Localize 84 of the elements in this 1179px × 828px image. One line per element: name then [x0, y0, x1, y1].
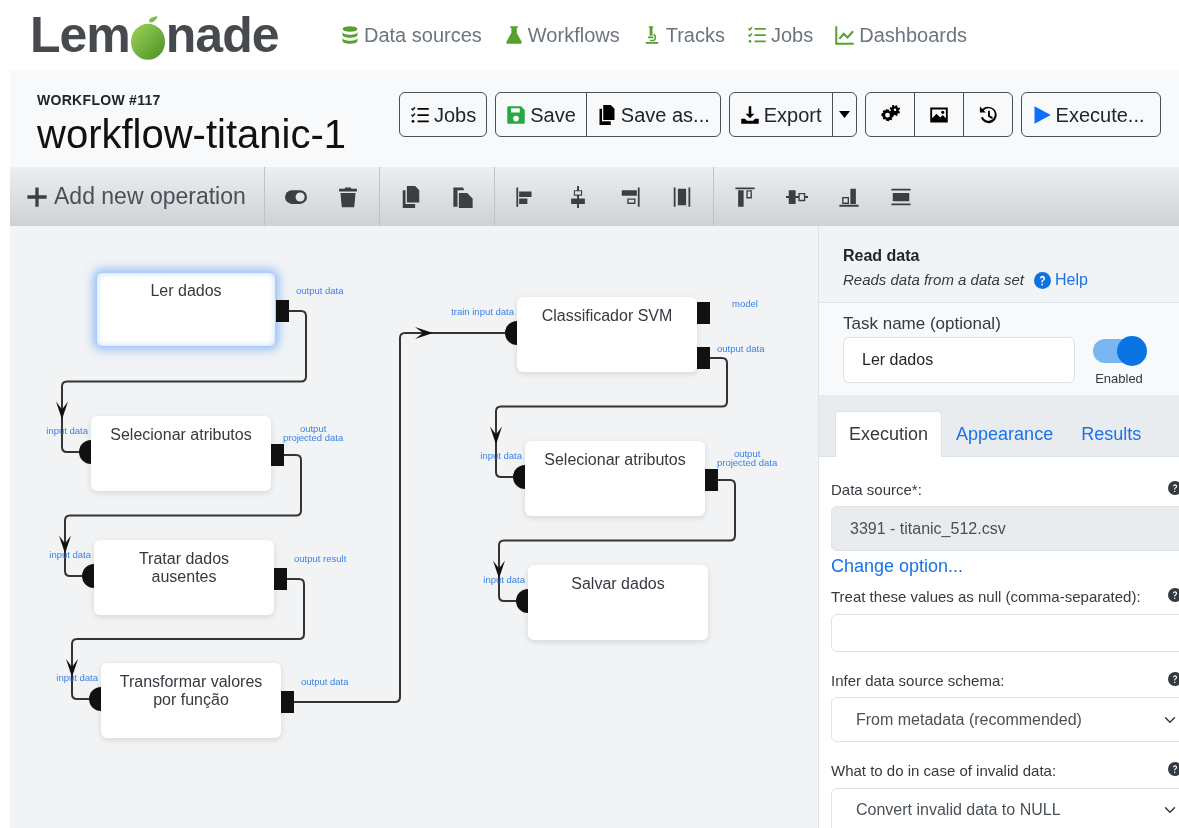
- field-label: Infer data source schema:: [831, 670, 1005, 691]
- input-port[interactable]: [82, 564, 94, 588]
- trash-icon[interactable]: [336, 185, 359, 208]
- port-label: train input data: [451, 307, 514, 316]
- port-label: output projected data: [283, 424, 344, 443]
- field-label: Data source*:: [831, 479, 922, 500]
- help-icon[interactable]: [1168, 671, 1179, 686]
- checklist-icon: [410, 104, 430, 125]
- help-icon[interactable]: [1168, 588, 1179, 602]
- nav-link[interactable]: Dashboards: [835, 20, 968, 50]
- operation-node[interactable]: Tratar dados ausentes: [94, 540, 274, 615]
- input-port[interactable]: [516, 589, 528, 613]
- line-chart-icon: [835, 25, 856, 45]
- enabled-switch[interactable]: [1093, 339, 1145, 363]
- port-label: output data: [296, 286, 344, 295]
- logo-text: Lem: [30, 10, 130, 60]
- port-label: output data: [301, 677, 349, 686]
- operation-title: Selecionar atributos: [109, 426, 253, 445]
- input-port[interactable]: [89, 687, 101, 711]
- field-label: Task name (optional): [843, 313, 1001, 335]
- workflow-title: workflow-titanic-1: [37, 111, 347, 157]
- change-option-link[interactable]: Change option...: [831, 553, 964, 580]
- add-operation-button[interactable]: Add new operation: [22, 179, 246, 214]
- paste-icon[interactable]: [451, 185, 474, 208]
- nav-link[interactable]: Workflows: [503, 20, 620, 50]
- dropdown-toggle-button[interactable]: [831, 92, 857, 137]
- port-label: output data: [717, 344, 765, 353]
- flask-icon: [503, 25, 524, 45]
- help-icon[interactable]: [1168, 762, 1179, 776]
- task-name-field[interactable]: Ler dados: [843, 336, 1075, 383]
- help-icon: [1033, 271, 1051, 289]
- plus-icon: [26, 185, 48, 208]
- image-button[interactable]: [913, 92, 964, 137]
- operation-node[interactable]: Classificador SVM: [517, 297, 697, 372]
- logo-text: nade: [165, 10, 279, 60]
- history-button[interactable]: [962, 92, 1013, 137]
- input-port[interactable]: [513, 465, 525, 489]
- download-icon: [739, 104, 760, 125]
- help-link[interactable]: Help: [1033, 268, 1088, 292]
- dropdown-field[interactable]: Convert invalid data to NULL: [831, 787, 1179, 828]
- operation-title: Selecionar atributos: [543, 451, 687, 470]
- nav-link[interactable]: Jobs: [747, 20, 814, 50]
- nav-link[interactable]: Data sources: [340, 20, 482, 50]
- toolbar-button[interactable]: Execute...: [1020, 92, 1161, 137]
- caret-icon: [838, 111, 850, 118]
- operation-node[interactable]: Selecionar atributos: [91, 416, 271, 491]
- port-label: model: [732, 299, 758, 308]
- toolbar-button[interactable]: Save as...: [585, 92, 721, 137]
- database-icon: [340, 25, 360, 45]
- operation-node[interactable]: Salvar dados: [528, 565, 708, 640]
- operation-title: Transformar valores por função: [118, 673, 264, 710]
- switch-label: Enabled: [1095, 370, 1143, 388]
- nav-link[interactable]: Tracks: [641, 20, 725, 50]
- field-label: Treat these values as null (comma-separated):: [831, 587, 1141, 607]
- operation-node[interactable]: Transformar valores por função: [101, 663, 281, 738]
- dropdown-field[interactable]: From metadata (recommended): [831, 697, 1179, 742]
- help-icon[interactable]: [1168, 480, 1179, 495]
- port-label: output projected data: [717, 449, 778, 468]
- port-label: output result: [294, 554, 347, 563]
- data-source-field[interactable]: 3391 - titanic_512.csv: [831, 506, 1179, 551]
- checklist-icon: [747, 25, 767, 45]
- toolbar-button[interactable]: Jobs: [399, 92, 488, 137]
- operation-title: Classificador SVM: [540, 307, 674, 326]
- apple-icon: [129, 15, 166, 61]
- panel-tab[interactable]: Results: [1067, 410, 1156, 457]
- settings-button[interactable]: [864, 92, 915, 137]
- operation-node[interactable]: Ler dados: [96, 272, 276, 347]
- operation-title: Tratar dados ausentes: [137, 550, 231, 587]
- values-field[interactable]: [831, 613, 1179, 652]
- toolbar-button[interactable]: Export: [728, 92, 833, 137]
- toolbar-button[interactable]: Save: [495, 92, 587, 137]
- operation-title: Salvar dados: [570, 575, 666, 594]
- panel-title: Read data: [843, 246, 921, 266]
- input-port[interactable]: [79, 440, 91, 464]
- panel-tab[interactable]: Execution: [835, 410, 943, 457]
- operation-node[interactable]: Selecionar atributos: [525, 441, 705, 516]
- workflow-number: WORKFLOW #117: [37, 91, 162, 110]
- panel-description: Reads data from a data set: [843, 269, 1024, 290]
- operation-title: Ler dados: [149, 282, 223, 301]
- input-port[interactable]: [505, 321, 517, 345]
- history-icon: [977, 104, 998, 125]
- field-label: What to do in case of invalid data:: [831, 761, 1057, 781]
- panel-tab[interactable]: Appearance: [942, 410, 1068, 457]
- align-top-icon[interactable]: [733, 185, 756, 208]
